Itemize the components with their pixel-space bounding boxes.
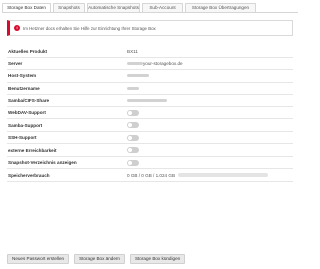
server-label: Server [8, 61, 23, 67]
redacted-host [127, 74, 149, 78]
row-webdav: WebDAV-Support [7, 107, 293, 120]
samba-toggle[interactable] [127, 122, 139, 129]
info-notice: i Im Hetzner docs erhalten Sie Hilfe zur… [7, 20, 293, 36]
ssh-label: SSH-Support [8, 135, 37, 141]
row-samba: Samba-Support [7, 119, 293, 132]
change-storage-box-button[interactable]: Storage Box ändern [74, 254, 125, 264]
redacted-server-prefix [127, 62, 143, 66]
host-system-value [127, 74, 149, 78]
row-server: Server your-storagebox.de [7, 58, 293, 71]
cancel-storage-box-button[interactable]: Storage Box kündigen [129, 254, 186, 264]
product-value: BX11 [127, 49, 138, 55]
tab-sub-account[interactable]: Sub-Account [142, 3, 183, 12]
redacted-username [127, 86, 139, 90]
external-label: externe Erreichbarkeit [8, 147, 57, 153]
notice-text: Im Hetzner docs erhalten Sie Hilfe zur E… [23, 25, 156, 31]
usage-progress-bar [178, 173, 269, 178]
tab-snapshots[interactable]: Snapshots [53, 3, 85, 12]
snapshot-dir-label: Snapshot-Verzeichnis anzeigen [8, 160, 77, 166]
samba-share-label: Samba/CIFS-Share [8, 97, 50, 103]
external-toggle[interactable] [127, 147, 139, 154]
new-password-button[interactable]: Neues Passwort erstellen [7, 254, 70, 264]
usage-label: Speicherverbrauch [8, 172, 50, 178]
server-value: your-storagebox.de [127, 61, 183, 66]
row-samba-share: Samba/CIFS-Share [7, 95, 293, 107]
samba-label: Samba-Support [8, 122, 43, 128]
row-usage: Speicherverbrauch 0 GB / 0 GB / 1.024 GB [7, 169, 293, 182]
tab-bar: Storage Box Daten Snapshots Automatische… [2, 3, 298, 12]
webdav-label: WebDAV-Support [8, 110, 46, 116]
storage-box-details: Aktuelles Produkt BX11 Server your-stora… [7, 46, 293, 182]
row-product: Aktuelles Produkt BX11 [7, 46, 293, 59]
ssh-toggle[interactable] [127, 134, 139, 141]
usage-text: 0 GB / 0 GB / 1.024 GB [127, 172, 176, 178]
samba-share-value [127, 98, 167, 102]
row-external: externe Erreichbarkeit [7, 144, 293, 157]
product-label: Aktuelles Produkt [8, 49, 48, 55]
webdav-toggle[interactable] [127, 109, 139, 116]
server-domain: your-storagebox.de [143, 61, 183, 67]
username-value [127, 86, 139, 90]
tab-divider [2, 12, 298, 13]
redacted-share [127, 98, 167, 102]
row-username: Benutzername [7, 83, 293, 95]
snapshot-dir-toggle[interactable] [127, 159, 139, 166]
username-label: Benutzername [8, 85, 40, 91]
row-host-system: Host-System [7, 70, 293, 83]
tab-storage-box-uebertragungen[interactable]: Storage Box Übertragungen [185, 3, 256, 12]
tab-automatische-snapshots[interactable]: Automatische Snapshots [87, 3, 140, 12]
tab-storage-box-daten[interactable]: Storage Box Daten [2, 3, 51, 12]
row-ssh: SSH-Support [7, 132, 293, 145]
host-system-label: Host-System [8, 73, 37, 79]
usage-value: 0 GB / 0 GB / 1.024 GB [127, 172, 269, 178]
info-icon: i [14, 25, 20, 31]
row-snapshot-dir: Snapshot-Verzeichnis anzeigen [7, 157, 293, 170]
action-buttons: Neues Passwort erstellen Storage Box änd… [7, 254, 190, 264]
